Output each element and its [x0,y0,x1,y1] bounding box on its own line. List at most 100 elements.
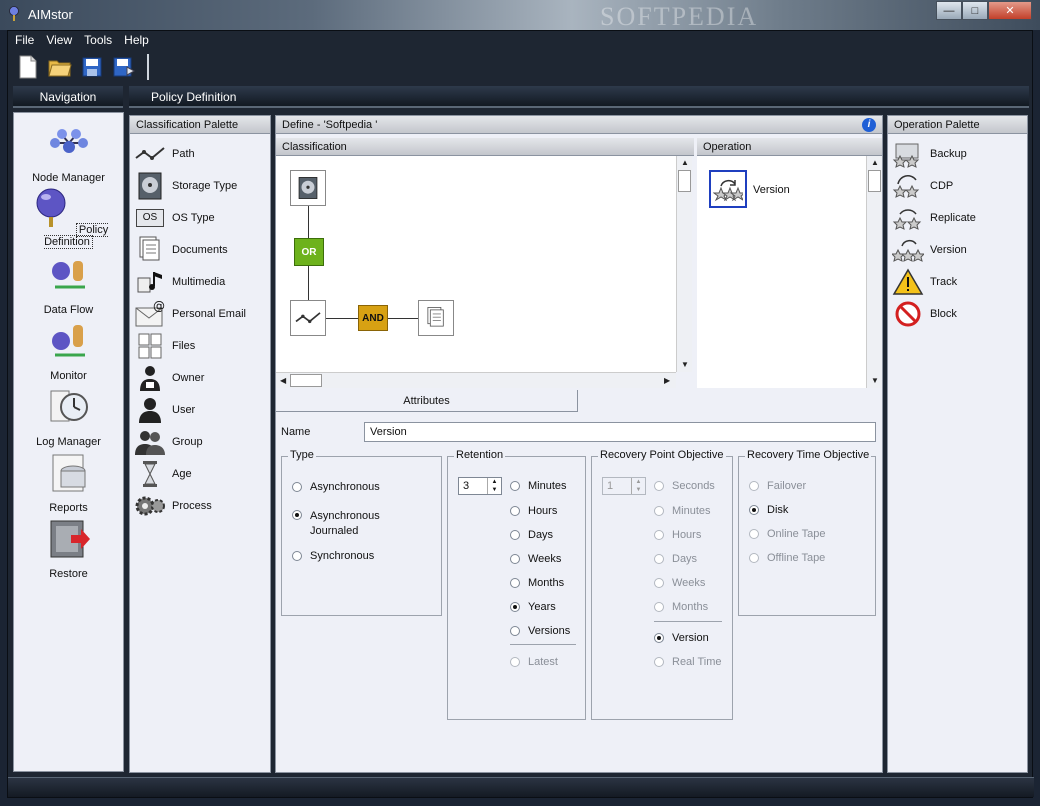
rpo-value-spinner[interactable]: 1 ▲ ▼ [602,477,646,495]
classification-vscrollbar[interactable]: ▲ ▼ [676,156,692,372]
documents-node[interactable] [418,300,454,336]
palette-item-multimedia[interactable]: Multimedia [130,266,270,298]
retention-option-days[interactable]: Days [510,529,553,541]
type-option-asynchronous[interactable]: Asynchronous [292,481,380,493]
palette-item-path[interactable]: Path [130,138,270,170]
type-option-asynchronous-journaled[interactable]: Asynchronous Journaled [292,509,422,539]
nav-reports[interactable]: Reports [14,451,123,514]
maximize-button[interactable]: □ [962,1,988,20]
radio-button[interactable] [510,481,520,491]
menu-file[interactable]: File [15,33,34,51]
radio-button[interactable] [510,530,520,540]
radio-button[interactable] [292,510,302,520]
nav-node-manager[interactable]: Node Manager [14,121,123,184]
storage-type-node[interactable] [290,170,326,206]
rpo-option-months[interactable]: Months [654,601,708,613]
path-node[interactable] [290,300,326,336]
retention-option-months[interactable]: Months [510,577,564,589]
radio-button[interactable] [654,506,664,516]
retention-option-versions[interactable]: Versions [510,625,570,637]
retention-option-hours[interactable]: Hours [510,505,557,517]
operation-item-cdp[interactable]: CDP [888,170,1027,202]
palette-item-os-type[interactable]: OS OS Type [130,202,270,234]
nav-policy-definition[interactable]: Policy Definition [14,185,123,249]
radio-button[interactable] [749,553,759,563]
radio-button[interactable] [510,657,520,667]
nav-monitor[interactable]: Monitor [14,319,123,382]
menu-view[interactable]: View [46,33,72,51]
radio-button[interactable] [749,481,759,491]
palette-item-files[interactable]: Files [130,330,270,362]
save-as-button[interactable] [111,54,137,80]
rto-option-failover[interactable]: Failover [749,480,806,492]
radio-button[interactable] [749,505,759,515]
rpo-option-hours[interactable]: Hours [654,529,701,541]
new-button[interactable] [15,54,41,80]
radio-button[interactable] [654,602,664,612]
radio-button[interactable] [510,578,520,588]
radio-button[interactable] [654,578,664,588]
retention-option-minutes[interactable]: Minutes [510,480,567,492]
rpo-option-days[interactable]: Days [654,553,697,565]
radio-button[interactable] [654,657,664,667]
palette-item-user[interactable]: User [130,394,270,426]
info-icon[interactable]: i [862,118,876,132]
nav-log-manager[interactable]: Log Manager [14,385,123,448]
rpo-option-weeks[interactable]: Weeks [654,577,705,589]
palette-item-personal-email[interactable]: @ Personal Email [130,298,270,330]
close-button[interactable]: ✕ [988,1,1032,20]
retention-option-years[interactable]: Years [510,601,556,613]
operation-item-version[interactable]: Version [888,234,1027,266]
rto-option-disk[interactable]: Disk [749,504,788,516]
retention-option-latest[interactable]: Latest [510,656,558,668]
tab-attributes[interactable]: Attributes [276,390,578,412]
rto-option-online-tape[interactable]: Online Tape [749,528,826,540]
radio-button[interactable] [510,626,520,636]
rto-option-offline-tape[interactable]: Offline Tape [749,552,825,564]
retention-value-spinner[interactable]: 3 ▲ ▼ [458,477,502,495]
or-node[interactable]: OR [294,238,324,266]
type-option-synchronous[interactable]: Synchronous [292,550,374,562]
palette-item-owner[interactable]: Owner [130,362,270,394]
scroll-thumb[interactable] [290,374,322,387]
operation-canvas[interactable]: Version [697,156,866,388]
save-button[interactable] [79,54,105,80]
palette-item-storage-type[interactable]: Storage Type [130,170,270,202]
scroll-thumb[interactable] [868,170,881,192]
nav-data-flow[interactable]: Data Flow [14,253,123,316]
radio-button[interactable] [510,554,520,564]
operation-item-block[interactable]: Block [888,298,1027,330]
radio-button[interactable] [654,530,664,540]
version-operation-node[interactable] [709,170,747,208]
radio-button[interactable] [510,602,520,612]
operation-item-track[interactable]: Track [888,266,1027,298]
radio-button[interactable] [654,633,664,643]
nav-restore[interactable]: Restore [14,517,123,580]
rpo-option-real-time[interactable]: Real Time [654,656,722,668]
palette-item-age[interactable]: Age [130,458,270,490]
name-input[interactable]: Version [364,422,876,442]
rpo-option-version[interactable]: Version [654,632,709,644]
retention-option-weeks[interactable]: Weeks [510,553,561,565]
operation-item-backup[interactable]: Backup [888,138,1027,170]
scroll-thumb[interactable] [678,170,691,192]
classification-hscrollbar[interactable]: ◀ ▶ [276,372,676,388]
radio-button[interactable] [292,551,302,561]
operation-vscrollbar[interactable]: ▲ ▼ [866,156,882,388]
palette-item-group[interactable]: Group [130,426,270,458]
rpo-option-minutes[interactable]: Minutes [654,505,711,517]
and-node[interactable]: AND [358,305,388,331]
rpo-option-seconds[interactable]: Seconds [654,480,715,492]
palette-item-process[interactable]: Process [130,490,270,522]
radio-button[interactable] [510,506,520,516]
menu-help[interactable]: Help [124,33,149,51]
open-button[interactable] [47,54,73,80]
classification-canvas[interactable]: OR AND [276,156,676,372]
operation-item-replicate[interactable]: Replicate [888,202,1027,234]
palette-item-documents[interactable]: Documents [130,234,270,266]
radio-button[interactable] [654,481,664,491]
radio-button[interactable] [654,554,664,564]
radio-button[interactable] [292,482,302,492]
minimize-button[interactable]: — [936,1,962,20]
radio-button[interactable] [749,529,759,539]
